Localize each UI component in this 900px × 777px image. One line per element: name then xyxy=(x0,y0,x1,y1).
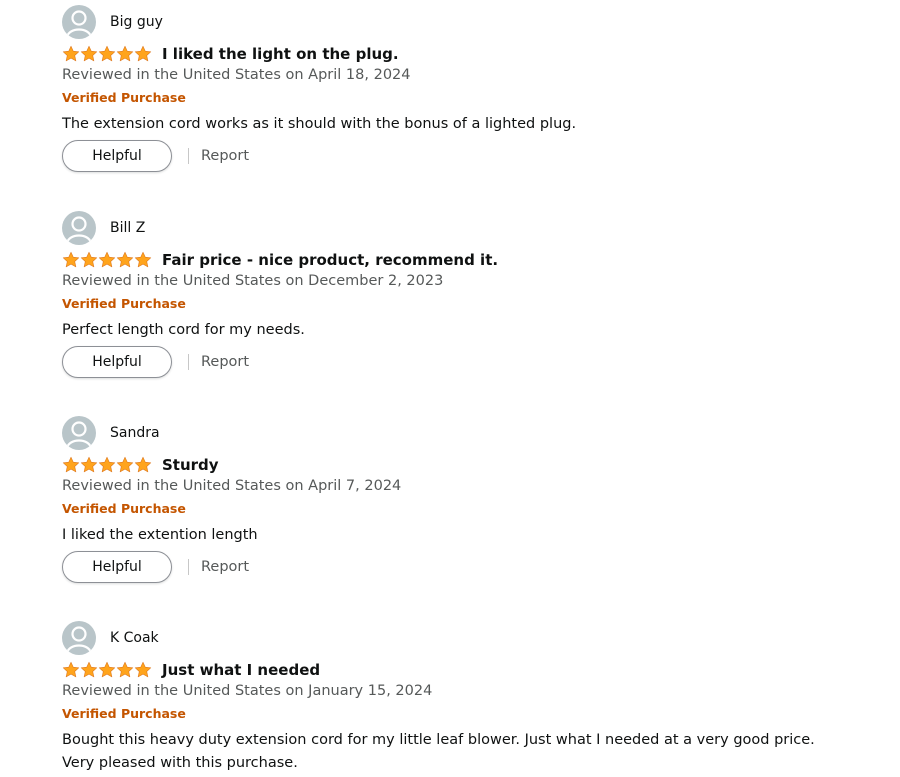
star-icon xyxy=(98,456,116,473)
review-body: The extension cord works as it should wi… xyxy=(62,116,577,132)
avatar-icon xyxy=(62,5,96,39)
rating-row: I liked the light on the plug. xyxy=(62,44,399,64)
star-rating[interactable] xyxy=(62,456,152,474)
reviewer-name[interactable]: Bill Z xyxy=(110,219,145,237)
divider xyxy=(188,148,189,164)
star-icon xyxy=(134,45,152,62)
star-icon xyxy=(134,251,152,268)
verified-purchase-badge[interactable]: Verified Purchase xyxy=(62,705,186,723)
review-title[interactable]: Just what I needed xyxy=(162,660,320,680)
star-icon xyxy=(80,661,98,678)
helpful-button[interactable]: Helpful xyxy=(62,551,172,583)
star-rating[interactable] xyxy=(62,661,152,679)
rating-row: Sturdy xyxy=(62,455,219,475)
divider xyxy=(188,559,189,575)
reviewer-profile[interactable]: Big guy xyxy=(62,5,163,39)
star-icon xyxy=(116,456,134,473)
star-icon xyxy=(62,251,80,268)
verified-purchase-badge[interactable]: Verified Purchase xyxy=(62,500,186,518)
star-rating[interactable] xyxy=(62,45,152,63)
rating-row: Fair price - nice product, recommend it. xyxy=(62,250,498,270)
review-body: Perfect length cord for my needs. xyxy=(62,322,305,338)
star-icon xyxy=(80,251,98,268)
rating-row: Just what I needed xyxy=(62,660,320,680)
review-body: I liked the extention length xyxy=(62,527,258,543)
reviewer-profile[interactable]: Bill Z xyxy=(62,211,145,245)
star-icon xyxy=(80,45,98,62)
review-title[interactable]: Sturdy xyxy=(162,455,219,475)
report-link[interactable]: Report xyxy=(201,146,249,166)
verified-purchase-badge[interactable]: Verified Purchase xyxy=(62,295,186,313)
star-icon xyxy=(116,661,134,678)
star-icon xyxy=(116,45,134,62)
review-date: Reviewed in the United States on April 1… xyxy=(62,67,411,83)
avatar-icon xyxy=(62,621,96,655)
star-icon xyxy=(62,456,80,473)
avatar-icon xyxy=(62,211,96,245)
avatar-icon xyxy=(62,416,96,450)
reviewer-name[interactable]: Sandra xyxy=(110,424,160,442)
review-date: Reviewed in the United States on April 7… xyxy=(62,478,402,494)
review-date: Reviewed in the United States on January… xyxy=(62,683,433,699)
star-icon xyxy=(98,45,116,62)
report-link[interactable]: Report xyxy=(201,557,249,577)
star-icon xyxy=(62,661,80,678)
reviewer-profile[interactable]: Sandra xyxy=(62,416,160,450)
star-icon xyxy=(62,45,80,62)
helpful-button[interactable]: Helpful xyxy=(62,346,172,378)
divider xyxy=(188,354,189,370)
star-icon xyxy=(98,661,116,678)
review-body: Bought this heavy duty extension cord fo… xyxy=(62,732,815,771)
review-actions: Helpful Report xyxy=(62,550,249,584)
star-icon xyxy=(98,251,116,268)
report-link[interactable]: Report xyxy=(201,352,249,372)
review-actions: Helpful Report xyxy=(62,345,249,379)
star-icon xyxy=(116,251,134,268)
star-icon xyxy=(80,456,98,473)
review-title[interactable]: Fair price - nice product, recommend it. xyxy=(162,250,498,270)
reviewer-name[interactable]: K Coak xyxy=(110,629,159,647)
review-title[interactable]: I liked the light on the plug. xyxy=(162,44,399,64)
star-rating[interactable] xyxy=(62,251,152,269)
reviewer-name[interactable]: Big guy xyxy=(110,13,163,31)
helpful-button[interactable]: Helpful xyxy=(62,140,172,172)
verified-purchase-badge[interactable]: Verified Purchase xyxy=(62,89,186,107)
star-icon xyxy=(134,456,152,473)
review-date: Reviewed in the United States on Decembe… xyxy=(62,273,444,289)
star-icon xyxy=(134,661,152,678)
reviewer-profile[interactable]: K Coak xyxy=(62,621,159,655)
review-actions: Helpful Report xyxy=(62,139,249,173)
